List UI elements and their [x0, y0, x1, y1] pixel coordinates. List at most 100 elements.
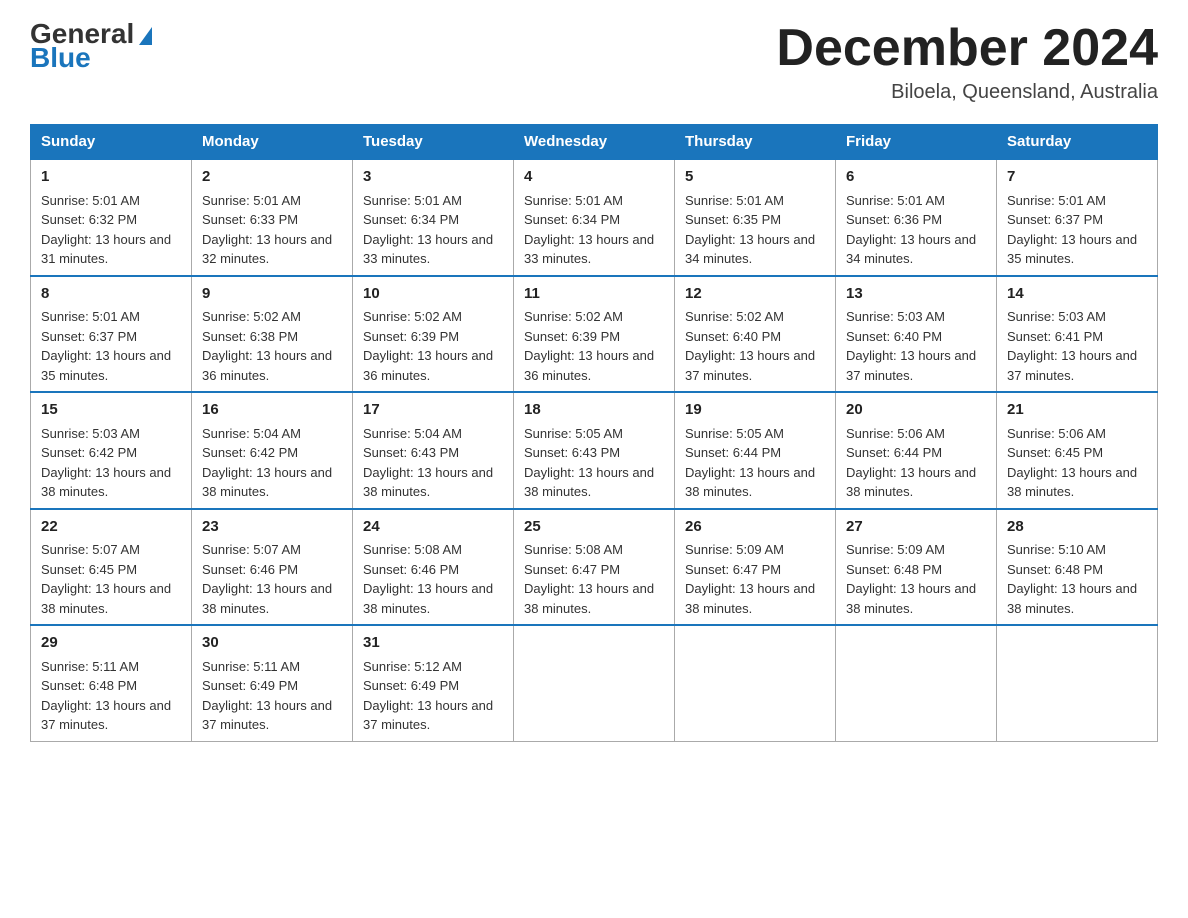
day-info: Sunrise: 5:12 AMSunset: 6:49 PMDaylight:… — [363, 659, 493, 733]
calendar-cell: 6 Sunrise: 5:01 AMSunset: 6:36 PMDayligh… — [836, 159, 997, 276]
calendar-cell: 5 Sunrise: 5:01 AMSunset: 6:35 PMDayligh… — [675, 159, 836, 276]
day-number: 6 — [846, 166, 986, 189]
week-row-4: 22 Sunrise: 5:07 AMSunset: 6:45 PMDaylig… — [31, 509, 1158, 626]
day-number: 16 — [202, 399, 342, 422]
day-info: Sunrise: 5:05 AMSunset: 6:43 PMDaylight:… — [524, 426, 654, 500]
day-number: 18 — [524, 399, 664, 422]
week-row-2: 8 Sunrise: 5:01 AMSunset: 6:37 PMDayligh… — [31, 276, 1158, 393]
day-number: 10 — [363, 283, 503, 306]
calendar-cell: 7 Sunrise: 5:01 AMSunset: 6:37 PMDayligh… — [997, 159, 1158, 276]
day-number: 23 — [202, 516, 342, 539]
day-number: 26 — [685, 516, 825, 539]
calendar-cell: 16 Sunrise: 5:04 AMSunset: 6:42 PMDaylig… — [192, 392, 353, 509]
col-header-monday: Monday — [192, 125, 353, 160]
calendar-cell: 4 Sunrise: 5:01 AMSunset: 6:34 PMDayligh… — [514, 159, 675, 276]
day-number: 22 — [41, 516, 181, 539]
day-number: 4 — [524, 166, 664, 189]
calendar-cell: 24 Sunrise: 5:08 AMSunset: 6:46 PMDaylig… — [353, 509, 514, 626]
calendar-cell: 28 Sunrise: 5:10 AMSunset: 6:48 PMDaylig… — [997, 509, 1158, 626]
calendar-cell: 12 Sunrise: 5:02 AMSunset: 6:40 PMDaylig… — [675, 276, 836, 393]
day-number: 8 — [41, 283, 181, 306]
day-number: 20 — [846, 399, 986, 422]
day-number: 3 — [363, 166, 503, 189]
calendar-cell — [514, 625, 675, 741]
day-number: 13 — [846, 283, 986, 306]
day-info: Sunrise: 5:08 AMSunset: 6:46 PMDaylight:… — [363, 542, 493, 616]
day-info: Sunrise: 5:02 AMSunset: 6:39 PMDaylight:… — [524, 309, 654, 383]
day-info: Sunrise: 5:02 AMSunset: 6:38 PMDaylight:… — [202, 309, 332, 383]
day-info: Sunrise: 5:01 AMSunset: 6:34 PMDaylight:… — [363, 193, 493, 267]
calendar-cell: 8 Sunrise: 5:01 AMSunset: 6:37 PMDayligh… — [31, 276, 192, 393]
location-text: Biloela, Queensland, Australia — [776, 81, 1158, 104]
calendar-cell — [836, 625, 997, 741]
calendar-cell: 27 Sunrise: 5:09 AMSunset: 6:48 PMDaylig… — [836, 509, 997, 626]
week-row-1: 1 Sunrise: 5:01 AMSunset: 6:32 PMDayligh… — [31, 159, 1158, 276]
day-number: 7 — [1007, 166, 1147, 189]
day-info: Sunrise: 5:07 AMSunset: 6:46 PMDaylight:… — [202, 542, 332, 616]
calendar-cell: 23 Sunrise: 5:07 AMSunset: 6:46 PMDaylig… — [192, 509, 353, 626]
day-info: Sunrise: 5:06 AMSunset: 6:45 PMDaylight:… — [1007, 426, 1137, 500]
col-header-thursday: Thursday — [675, 125, 836, 160]
day-number: 31 — [363, 632, 503, 655]
calendar-cell: 21 Sunrise: 5:06 AMSunset: 6:45 PMDaylig… — [997, 392, 1158, 509]
calendar-table: SundayMondayTuesdayWednesdayThursdayFrid… — [30, 124, 1158, 742]
day-info: Sunrise: 5:03 AMSunset: 6:41 PMDaylight:… — [1007, 309, 1137, 383]
calendar-cell: 30 Sunrise: 5:11 AMSunset: 6:49 PMDaylig… — [192, 625, 353, 741]
calendar-header-row: SundayMondayTuesdayWednesdayThursdayFrid… — [31, 125, 1158, 160]
calendar-cell: 14 Sunrise: 5:03 AMSunset: 6:41 PMDaylig… — [997, 276, 1158, 393]
day-info: Sunrise: 5:05 AMSunset: 6:44 PMDaylight:… — [685, 426, 815, 500]
calendar-cell: 29 Sunrise: 5:11 AMSunset: 6:48 PMDaylig… — [31, 625, 192, 741]
calendar-cell: 20 Sunrise: 5:06 AMSunset: 6:44 PMDaylig… — [836, 392, 997, 509]
day-number: 15 — [41, 399, 181, 422]
logo-blue-text: Blue — [30, 42, 152, 74]
col-header-tuesday: Tuesday — [353, 125, 514, 160]
day-info: Sunrise: 5:02 AMSunset: 6:40 PMDaylight:… — [685, 309, 815, 383]
title-area: December 2024 Biloela, Queensland, Austr… — [776, 20, 1158, 104]
day-info: Sunrise: 5:08 AMSunset: 6:47 PMDaylight:… — [524, 542, 654, 616]
day-info: Sunrise: 5:04 AMSunset: 6:42 PMDaylight:… — [202, 426, 332, 500]
calendar-cell: 18 Sunrise: 5:05 AMSunset: 6:43 PMDaylig… — [514, 392, 675, 509]
calendar-cell: 2 Sunrise: 5:01 AMSunset: 6:33 PMDayligh… — [192, 159, 353, 276]
day-info: Sunrise: 5:01 AMSunset: 6:35 PMDaylight:… — [685, 193, 815, 267]
page-header: General Blue December 2024 Biloela, Quee… — [30, 20, 1158, 104]
day-number: 2 — [202, 166, 342, 189]
week-row-5: 29 Sunrise: 5:11 AMSunset: 6:48 PMDaylig… — [31, 625, 1158, 741]
day-number: 1 — [41, 166, 181, 189]
day-number: 29 — [41, 632, 181, 655]
day-info: Sunrise: 5:01 AMSunset: 6:34 PMDaylight:… — [524, 193, 654, 267]
day-info: Sunrise: 5:03 AMSunset: 6:42 PMDaylight:… — [41, 426, 171, 500]
col-header-saturday: Saturday — [997, 125, 1158, 160]
day-info: Sunrise: 5:01 AMSunset: 6:37 PMDaylight:… — [41, 309, 171, 383]
day-number: 24 — [363, 516, 503, 539]
calendar-cell: 3 Sunrise: 5:01 AMSunset: 6:34 PMDayligh… — [353, 159, 514, 276]
day-info: Sunrise: 5:07 AMSunset: 6:45 PMDaylight:… — [41, 542, 171, 616]
calendar-cell: 19 Sunrise: 5:05 AMSunset: 6:44 PMDaylig… — [675, 392, 836, 509]
day-number: 21 — [1007, 399, 1147, 422]
day-info: Sunrise: 5:01 AMSunset: 6:32 PMDaylight:… — [41, 193, 171, 267]
day-number: 30 — [202, 632, 342, 655]
calendar-cell: 13 Sunrise: 5:03 AMSunset: 6:40 PMDaylig… — [836, 276, 997, 393]
day-info: Sunrise: 5:11 AMSunset: 6:49 PMDaylight:… — [202, 659, 332, 733]
day-info: Sunrise: 5:11 AMSunset: 6:48 PMDaylight:… — [41, 659, 171, 733]
day-number: 17 — [363, 399, 503, 422]
col-header-friday: Friday — [836, 125, 997, 160]
day-number: 14 — [1007, 283, 1147, 306]
week-row-3: 15 Sunrise: 5:03 AMSunset: 6:42 PMDaylig… — [31, 392, 1158, 509]
day-info: Sunrise: 5:09 AMSunset: 6:48 PMDaylight:… — [846, 542, 976, 616]
calendar-cell: 26 Sunrise: 5:09 AMSunset: 6:47 PMDaylig… — [675, 509, 836, 626]
day-number: 5 — [685, 166, 825, 189]
day-number: 11 — [524, 283, 664, 306]
calendar-cell — [675, 625, 836, 741]
day-info: Sunrise: 5:01 AMSunset: 6:33 PMDaylight:… — [202, 193, 332, 267]
calendar-cell: 17 Sunrise: 5:04 AMSunset: 6:43 PMDaylig… — [353, 392, 514, 509]
calendar-cell: 11 Sunrise: 5:02 AMSunset: 6:39 PMDaylig… — [514, 276, 675, 393]
day-number: 27 — [846, 516, 986, 539]
calendar-cell: 31 Sunrise: 5:12 AMSunset: 6:49 PMDaylig… — [353, 625, 514, 741]
day-info: Sunrise: 5:03 AMSunset: 6:40 PMDaylight:… — [846, 309, 976, 383]
day-number: 28 — [1007, 516, 1147, 539]
day-info: Sunrise: 5:02 AMSunset: 6:39 PMDaylight:… — [363, 309, 493, 383]
calendar-cell: 25 Sunrise: 5:08 AMSunset: 6:47 PMDaylig… — [514, 509, 675, 626]
calendar-cell: 22 Sunrise: 5:07 AMSunset: 6:45 PMDaylig… — [31, 509, 192, 626]
month-title: December 2024 — [776, 20, 1158, 77]
day-info: Sunrise: 5:09 AMSunset: 6:47 PMDaylight:… — [685, 542, 815, 616]
